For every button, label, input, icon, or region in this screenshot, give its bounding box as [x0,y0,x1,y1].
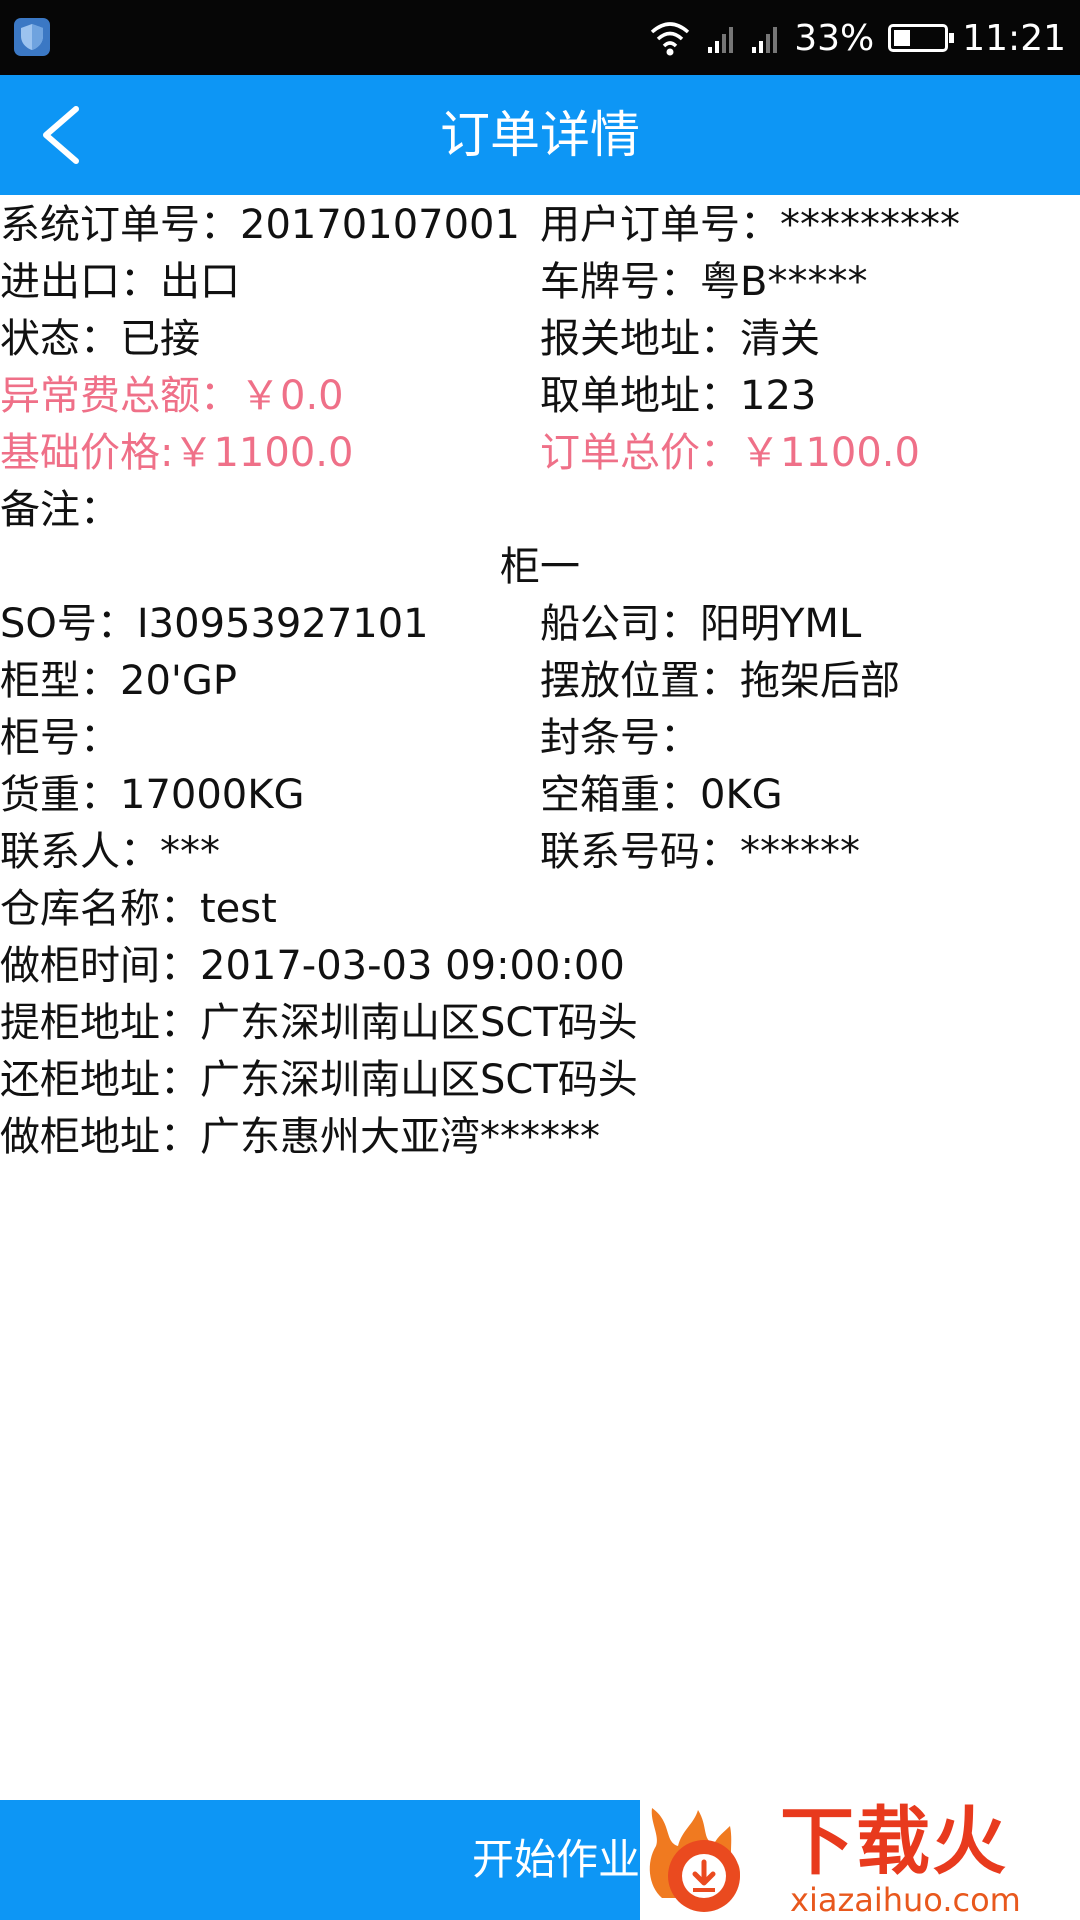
loading-time: 做柜时间：2017-03-03 09:00:00 [0,943,625,989]
user-order-no: 用户订单号：********* [540,202,960,248]
clock: 11:21 [962,17,1066,59]
pickup-doc-address: 取单地址：123 [540,373,817,419]
battery-percent: 33% [794,17,875,59]
container-no: 柜号： [0,715,120,761]
watermark-text: 下载火 [780,1799,1008,1885]
page-title: 订单详情 [440,106,640,164]
plate-no: 车牌号：粤B***** [540,259,868,305]
order-total: 订单总价：￥1100.0 [540,430,920,476]
container-section-title: 柜一 [500,544,580,590]
start-work-button[interactable]: 开始作业 [0,1800,640,1920]
flame-logo-icon [649,1808,740,1912]
watermark-url: xiazaihuo.com [790,1881,1021,1919]
watermark: 下载火 xiazaihuo.com [640,1800,1080,1920]
base-price: 基础价格:￥1100.0 [0,430,354,476]
order-row-3: 状态：已接 报关地址：清关 [0,311,1080,368]
container-row-7: 做柜时间：2017-03-03 09:00:00 [0,938,1080,995]
container-row-1: SO号：I30953927101 船公司：阳明YML [0,596,1080,653]
system-order-no: 系统订单号：20170107001 [0,202,520,248]
order-row-2: 进出口：出口 车牌号：粤B***** [0,254,1080,311]
return-address: 还柜地址：广东深圳南山区SCT码头 [0,1057,638,1103]
order-detail-content: 系统订单号：20170107001 用户订单号：********* 进出口：出口… [0,197,1080,1166]
container-row-5: 联系人：*** 联系号码：****** [0,824,1080,881]
contact-phone: 联系号码：****** [540,829,860,875]
container-row-10: 做柜地址：广东惠州大亚湾****** [0,1109,1080,1166]
status-bar: 33% 11:21 [0,0,1080,75]
container-row-9: 还柜地址：广东深圳南山区SCT码头 [0,1052,1080,1109]
shipping-company: 船公司：阳明YML [540,601,862,647]
security-shield-icon [14,18,50,56]
contact-person: 联系人：*** [0,829,220,875]
order-row-4: 异常费总额：￥0.0 取单地址：123 [0,368,1080,425]
order-row-5: 基础价格:￥1100.0 订单总价：￥1100.0 [0,425,1080,482]
abnormal-fee-total: 异常费总额：￥0.0 [0,373,344,419]
order-status: 状态：已接 [0,316,200,362]
bottom-bar: 开始作业 下载火 xiazaihuo.com [0,1800,1080,1920]
container-row-6: 仓库名称：test [0,881,1080,938]
customs-address: 报关地址：清关 [540,316,820,362]
cell-signal-1-icon [708,27,734,53]
so-no: SO号：I30953927101 [0,601,429,647]
container-row-3: 柜号： 封条号： [0,710,1080,767]
seal-no: 封条号： [540,715,700,761]
warehouse-name: 仓库名称：test [0,886,277,932]
empty-weight: 空箱重：0KG [540,772,783,818]
order-row-1: 系统订单号：20170107001 用户订单号：********* [0,197,1080,254]
wifi-icon [651,22,690,56]
container-row-4: 货重：17000KG 空箱重：0KG [0,767,1080,824]
placement: 摆放位置：拖架后部 [540,658,900,704]
import-export: 进出口：出口 [0,259,240,305]
cell-signal-2-icon [752,27,778,53]
container-type: 柜型：20'GP [0,658,238,704]
remark: 备注： [0,487,120,533]
container-row-8: 提柜地址：广东深圳南山区SCT码头 [0,995,1080,1052]
cargo-weight: 货重：17000KG [0,772,305,818]
battery-icon [888,24,955,52]
order-row-6: 备注： [0,482,1080,539]
pickup-address: 提柜地址：广东深圳南山区SCT码头 [0,1000,638,1046]
app-bar: 订单详情 [0,75,1080,195]
container-row-2: 柜型：20'GP 摆放位置：拖架后部 [0,653,1080,710]
loading-address: 做柜地址：广东惠州大亚湾****** [0,1114,600,1160]
